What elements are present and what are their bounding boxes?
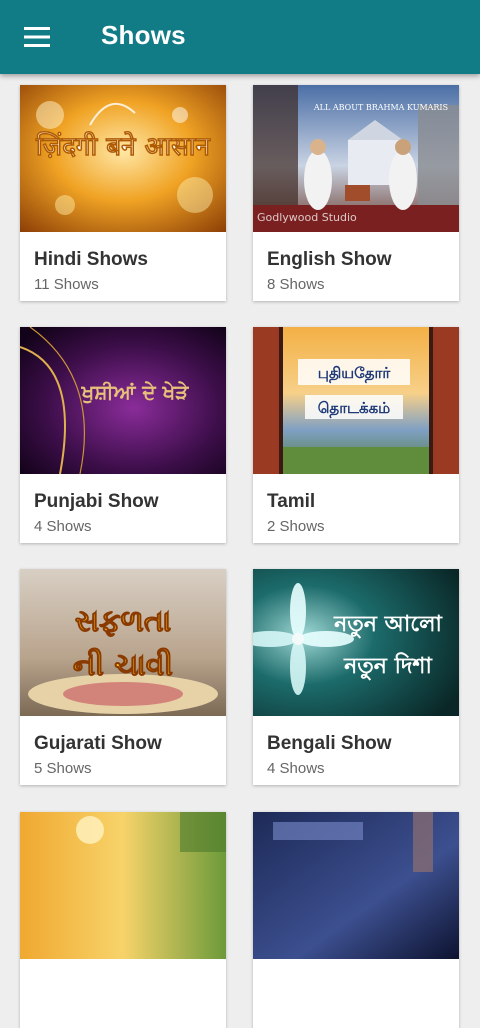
show-thumbnail: புதியதோர் தொடக்கம்	[253, 327, 459, 474]
shows-grid: ज़िंदगी बने आसान Hindi Shows 11 Shows AL…	[0, 74, 480, 1028]
show-thumbnail: ज़िंदगी बने आसान	[20, 85, 226, 232]
page-title: Shows	[101, 20, 186, 50]
hamburger-menu-icon	[24, 27, 50, 47]
show-card-bengali[interactable]: নতুন আলো নতুন দিশা Bengali Show 4 Shows	[253, 569, 459, 785]
show-card-partial-right[interactable]	[253, 812, 459, 1028]
show-count: 4 Shows	[34, 518, 92, 535]
thumbnail-art-text: புதியதோர்	[318, 364, 392, 383]
show-thumbnail: নতুন আলো নতুন দিশা	[253, 569, 459, 716]
thumbnail-art-text: தொடக்கம்	[318, 399, 390, 418]
show-thumbnail: સફળતા ની ચાવી	[20, 569, 226, 716]
show-card-partial-left[interactable]	[20, 812, 226, 1028]
show-card-hindi[interactable]: ज़िंदगी बने आसान Hindi Shows 11 Shows	[20, 85, 226, 301]
show-title: Punjabi Show	[34, 491, 159, 512]
show-title: Tamil	[267, 491, 316, 512]
show-thumbnail	[253, 812, 459, 959]
thumbnail-art-text: ज़िंदगी बने आसान	[35, 131, 211, 162]
show-thumbnail: ALL ABOUT BRAHMA KUMARIS Godlywood Studi…	[253, 85, 459, 232]
thumbnail-art-text: নতুন দিশা	[343, 652, 433, 681]
show-count: 4 Shows	[267, 760, 325, 777]
show-title: Gujarati Show	[34, 733, 162, 754]
show-count: 2 Shows	[267, 518, 325, 535]
menu-button[interactable]	[14, 14, 60, 60]
show-count: 8 Shows	[267, 276, 325, 293]
show-title: English Show	[267, 249, 392, 270]
show-card-tamil[interactable]: புதியதோர் தொடக்கம் Tamil 2 Shows	[253, 327, 459, 543]
show-card-english[interactable]: ALL ABOUT BRAHMA KUMARIS Godlywood Studi…	[253, 85, 459, 301]
thumbnail-art-text: ALL ABOUT BRAHMA KUMARIS	[313, 103, 448, 112]
app-bar: Shows	[0, 0, 480, 74]
thumbnail-art-text: ની ચાવી	[73, 648, 173, 683]
thumbnail-art-text: સફળતા	[75, 604, 171, 639]
show-card-punjabi[interactable]: ਖੁਸ਼ੀਆਂ ਦੇ ਖੇੜੇ Punjabi Show 4 Shows	[20, 327, 226, 543]
show-card-gujarati[interactable]: સફળતા ની ચાવી Gujarati Show 5 Shows	[20, 569, 226, 785]
show-thumbnail	[20, 812, 226, 959]
thumbnail-art-text: নতুন আলো	[333, 612, 443, 639]
show-count: 11 Shows	[34, 276, 99, 293]
show-count: 5 Shows	[34, 760, 92, 777]
thumbnail-art-text: ਖੁਸ਼ੀਆਂ ਦੇ ਖੇੜੇ	[81, 380, 190, 404]
show-thumbnail: ਖੁਸ਼ੀਆਂ ਦੇ ਖੇੜੇ	[20, 327, 226, 474]
show-title: Hindi Shows	[34, 249, 148, 270]
thumbnail-watermark: Godlywood Studio	[257, 211, 357, 224]
show-title: Bengali Show	[267, 733, 392, 754]
